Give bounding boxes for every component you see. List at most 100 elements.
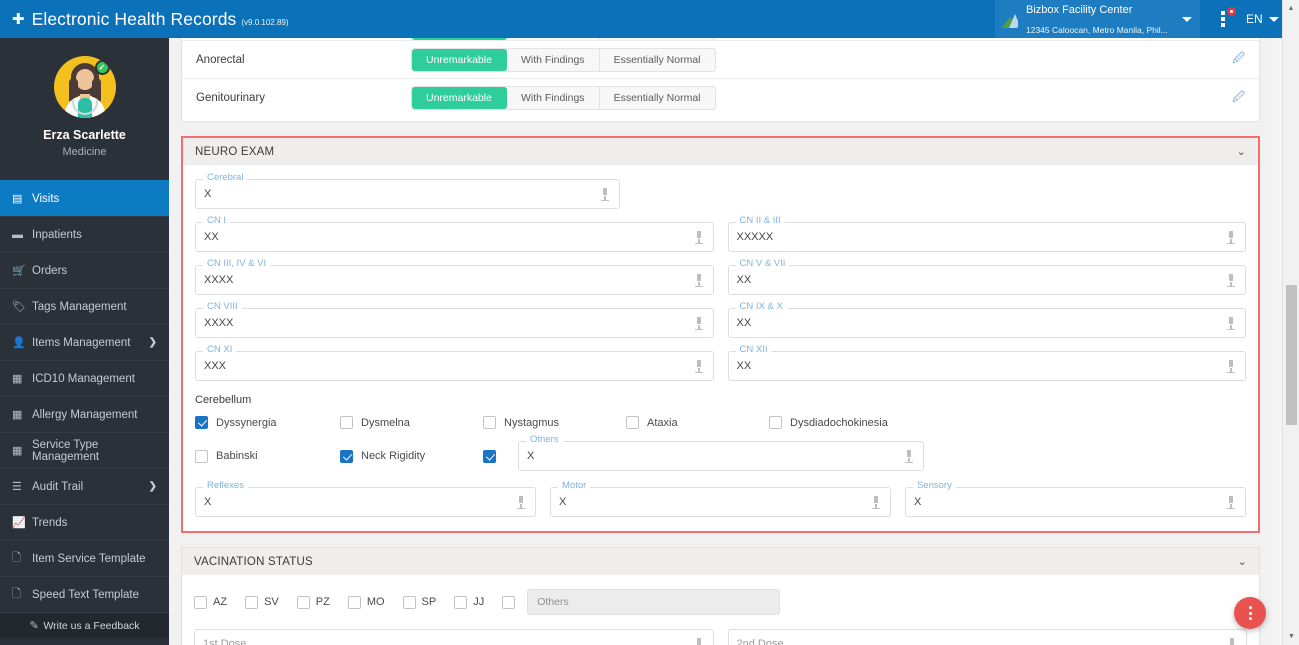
checkbox-sp[interactable]: SP	[403, 596, 437, 609]
microphone-icon[interactable]	[1225, 231, 1237, 244]
microphone-icon[interactable]	[1225, 317, 1237, 330]
checkbox-box[interactable]	[194, 596, 207, 609]
vaccination-status-header[interactable]: VACINATION STATUS ⌄	[182, 548, 1259, 575]
segment-with-findings[interactable]: With Findings	[507, 49, 600, 71]
sidebar-item-item-service-template[interactable]: 🗋 Item Service Template	[0, 540, 169, 576]
checkbox-others-enable[interactable]	[483, 450, 496, 463]
checkbox-dyssynergia[interactable]: Dyssynergia	[195, 416, 340, 429]
checkbox-dysdiadochokinesia[interactable]: Dysdiadochokinesia	[769, 416, 888, 429]
microphone-icon[interactable]	[693, 638, 705, 645]
microphone-icon[interactable]	[1225, 274, 1237, 287]
field-cn-i[interactable]: CN I XX	[195, 222, 714, 252]
checkbox-box[interactable]	[348, 596, 361, 609]
sidebar-item-inpatients[interactable]: ▬ Inpatients	[0, 216, 169, 252]
checkbox-box[interactable]	[340, 450, 353, 463]
sidebar-item-tags-management[interactable]: 🏷 Tags Management	[0, 288, 169, 324]
field-cn-ii-iii[interactable]: CN II & III XXXXX	[728, 222, 1247, 252]
sidebar-item-speed-text-template[interactable]: 🗋 Speed Text Template	[0, 576, 169, 612]
microphone-icon[interactable]	[1225, 496, 1237, 509]
scroll-down-arrow[interactable]: ▼	[1283, 628, 1299, 645]
checkbox-box[interactable]	[454, 596, 467, 609]
segmented-control[interactable]: Unremarkable With Findings Essentially N…	[411, 86, 716, 110]
chevron-down-icon[interactable]: ⌄	[1238, 555, 1247, 568]
sidebar-item-allergy-management[interactable]: ▦ Allergy Management	[0, 396, 169, 432]
checkbox-az[interactable]: AZ	[194, 596, 227, 609]
field-cerebellum-others[interactable]: Others X	[518, 441, 924, 471]
field-cn-viii[interactable]: CN VIII XXXX	[195, 308, 714, 338]
microphone-icon[interactable]	[1225, 360, 1237, 373]
segment-essentially-normal[interactable]: Essentially Normal	[600, 49, 715, 71]
field-motor[interactable]: Motor X	[550, 487, 891, 517]
scroll-up-arrow[interactable]: ▲	[1283, 0, 1299, 17]
checkbox-box[interactable]	[483, 416, 496, 429]
write-feedback-button[interactable]: ✎ Write us a Feedback	[0, 612, 169, 638]
checkbox-ataxia[interactable]: Ataxia	[626, 416, 769, 429]
segment-essentially-normal[interactable]: Essentially Normal	[600, 38, 715, 40]
checkbox-box[interactable]	[502, 596, 515, 609]
segmented-control[interactable]: Unremarkable With Findings Essentially N…	[411, 48, 716, 72]
vaccine-others-input[interactable]: Others	[527, 589, 780, 615]
segmented-control[interactable]: Unremarkable With Findings Essentially N…	[411, 38, 716, 41]
sidebar-item-orders[interactable]: 🛒 Orders	[0, 252, 169, 288]
checkbox-box[interactable]	[626, 416, 639, 429]
field-cn-ix-x[interactable]: CN IX & X XX	[728, 308, 1247, 338]
checkbox-box[interactable]	[195, 450, 208, 463]
page-scrollbar[interactable]: ▲ ▼	[1282, 0, 1299, 645]
field-reflexes[interactable]: Reflexes X	[195, 487, 536, 517]
sidebar-item-items-management[interactable]: 👤 Items Management ❯	[0, 324, 169, 360]
sidebar-item-icd10-management[interactable]: ▦ ICD10 Management	[0, 360, 169, 396]
sidebar-item-service-type-management[interactable]: ▦ Service Type Management	[0, 432, 169, 468]
field-cn-xii[interactable]: CN XII XX	[728, 351, 1247, 381]
microphone-icon[interactable]	[599, 188, 611, 201]
checkbox-box[interactable]	[245, 596, 258, 609]
edit-square-icon[interactable]: 🖉	[1232, 88, 1245, 109]
microphone-icon[interactable]	[693, 231, 705, 244]
field-cn-xi[interactable]: CN XI XXX	[195, 351, 714, 381]
checkbox-dysmelna[interactable]: Dysmelna	[340, 416, 483, 429]
checkbox-babinski[interactable]: Babinski	[195, 450, 340, 463]
segment-unremarkable[interactable]: Unremarkable	[412, 49, 507, 71]
microphone-icon[interactable]	[870, 496, 882, 509]
field-legend: CN XII	[736, 345, 772, 355]
microphone-icon[interactable]	[515, 496, 527, 509]
field-first-dose[interactable]: 1st Dose	[194, 629, 714, 645]
field-cn-v-vii[interactable]: CN V & VII XX	[728, 265, 1247, 295]
scrollbar-thumb[interactable]	[1286, 285, 1297, 425]
sidebar-item-audit-trail[interactable]: ☰ Audit Trail ❯	[0, 468, 169, 504]
checkbox-box[interactable]	[297, 596, 310, 609]
microphone-icon[interactable]	[693, 317, 705, 330]
segment-essentially-normal[interactable]: Essentially Normal	[600, 87, 715, 109]
checkbox-nystagmus[interactable]: Nystagmus	[483, 416, 626, 429]
field-second-dose[interactable]: 2nd Dose	[728, 629, 1248, 645]
segment-unremarkable[interactable]: Unremarkable	[412, 87, 507, 109]
field-cerebral[interactable]: Cerebral X	[195, 179, 620, 209]
sidebar-item-trends[interactable]: 📈 Trends	[0, 504, 169, 540]
microphone-icon[interactable]	[693, 274, 705, 287]
microphone-icon[interactable]	[903, 450, 915, 463]
facility-selector[interactable]: Bizbox Facility Center 12345 Caloocan, M…	[995, 0, 1200, 38]
quick-actions-fab[interactable]	[1234, 597, 1266, 629]
chevron-down-icon[interactable]: ⌄	[1237, 145, 1246, 158]
neuro-exam-header[interactable]: NEURO EXAM ⌄	[183, 138, 1258, 165]
microphone-icon[interactable]	[1226, 638, 1238, 645]
segment-unremarkable[interactable]: Unremarkable	[412, 38, 507, 40]
checkbox-box[interactable]	[195, 416, 208, 429]
notifications-menu-button[interactable]	[1200, 0, 1246, 38]
checkbox-sv[interactable]: SV	[245, 596, 279, 609]
field-cn-iii-iv-vi[interactable]: CN III, IV & VI XXXX	[195, 265, 714, 295]
checkbox-label: Ataxia	[647, 417, 678, 429]
checkbox-box[interactable]	[403, 596, 416, 609]
checkbox-pz[interactable]: PZ	[297, 596, 330, 609]
checkbox-mo[interactable]: MO	[348, 596, 385, 609]
sidebar-item-visits[interactable]: ▤ Visits	[0, 180, 169, 216]
checkbox-jj[interactable]: JJ	[454, 596, 484, 609]
segment-with-findings[interactable]: With Findings	[507, 38, 600, 40]
checkbox-box[interactable]	[769, 416, 782, 429]
checkbox-others-enable[interactable]	[502, 596, 515, 609]
edit-square-icon[interactable]: 🖉	[1232, 49, 1245, 70]
microphone-icon[interactable]	[693, 360, 705, 373]
checkbox-neck-rigidity[interactable]: Neck Rigidity	[340, 450, 483, 463]
segment-with-findings[interactable]: With Findings	[507, 87, 600, 109]
checkbox-box[interactable]	[340, 416, 353, 429]
field-sensory[interactable]: Sensory X	[905, 487, 1246, 517]
